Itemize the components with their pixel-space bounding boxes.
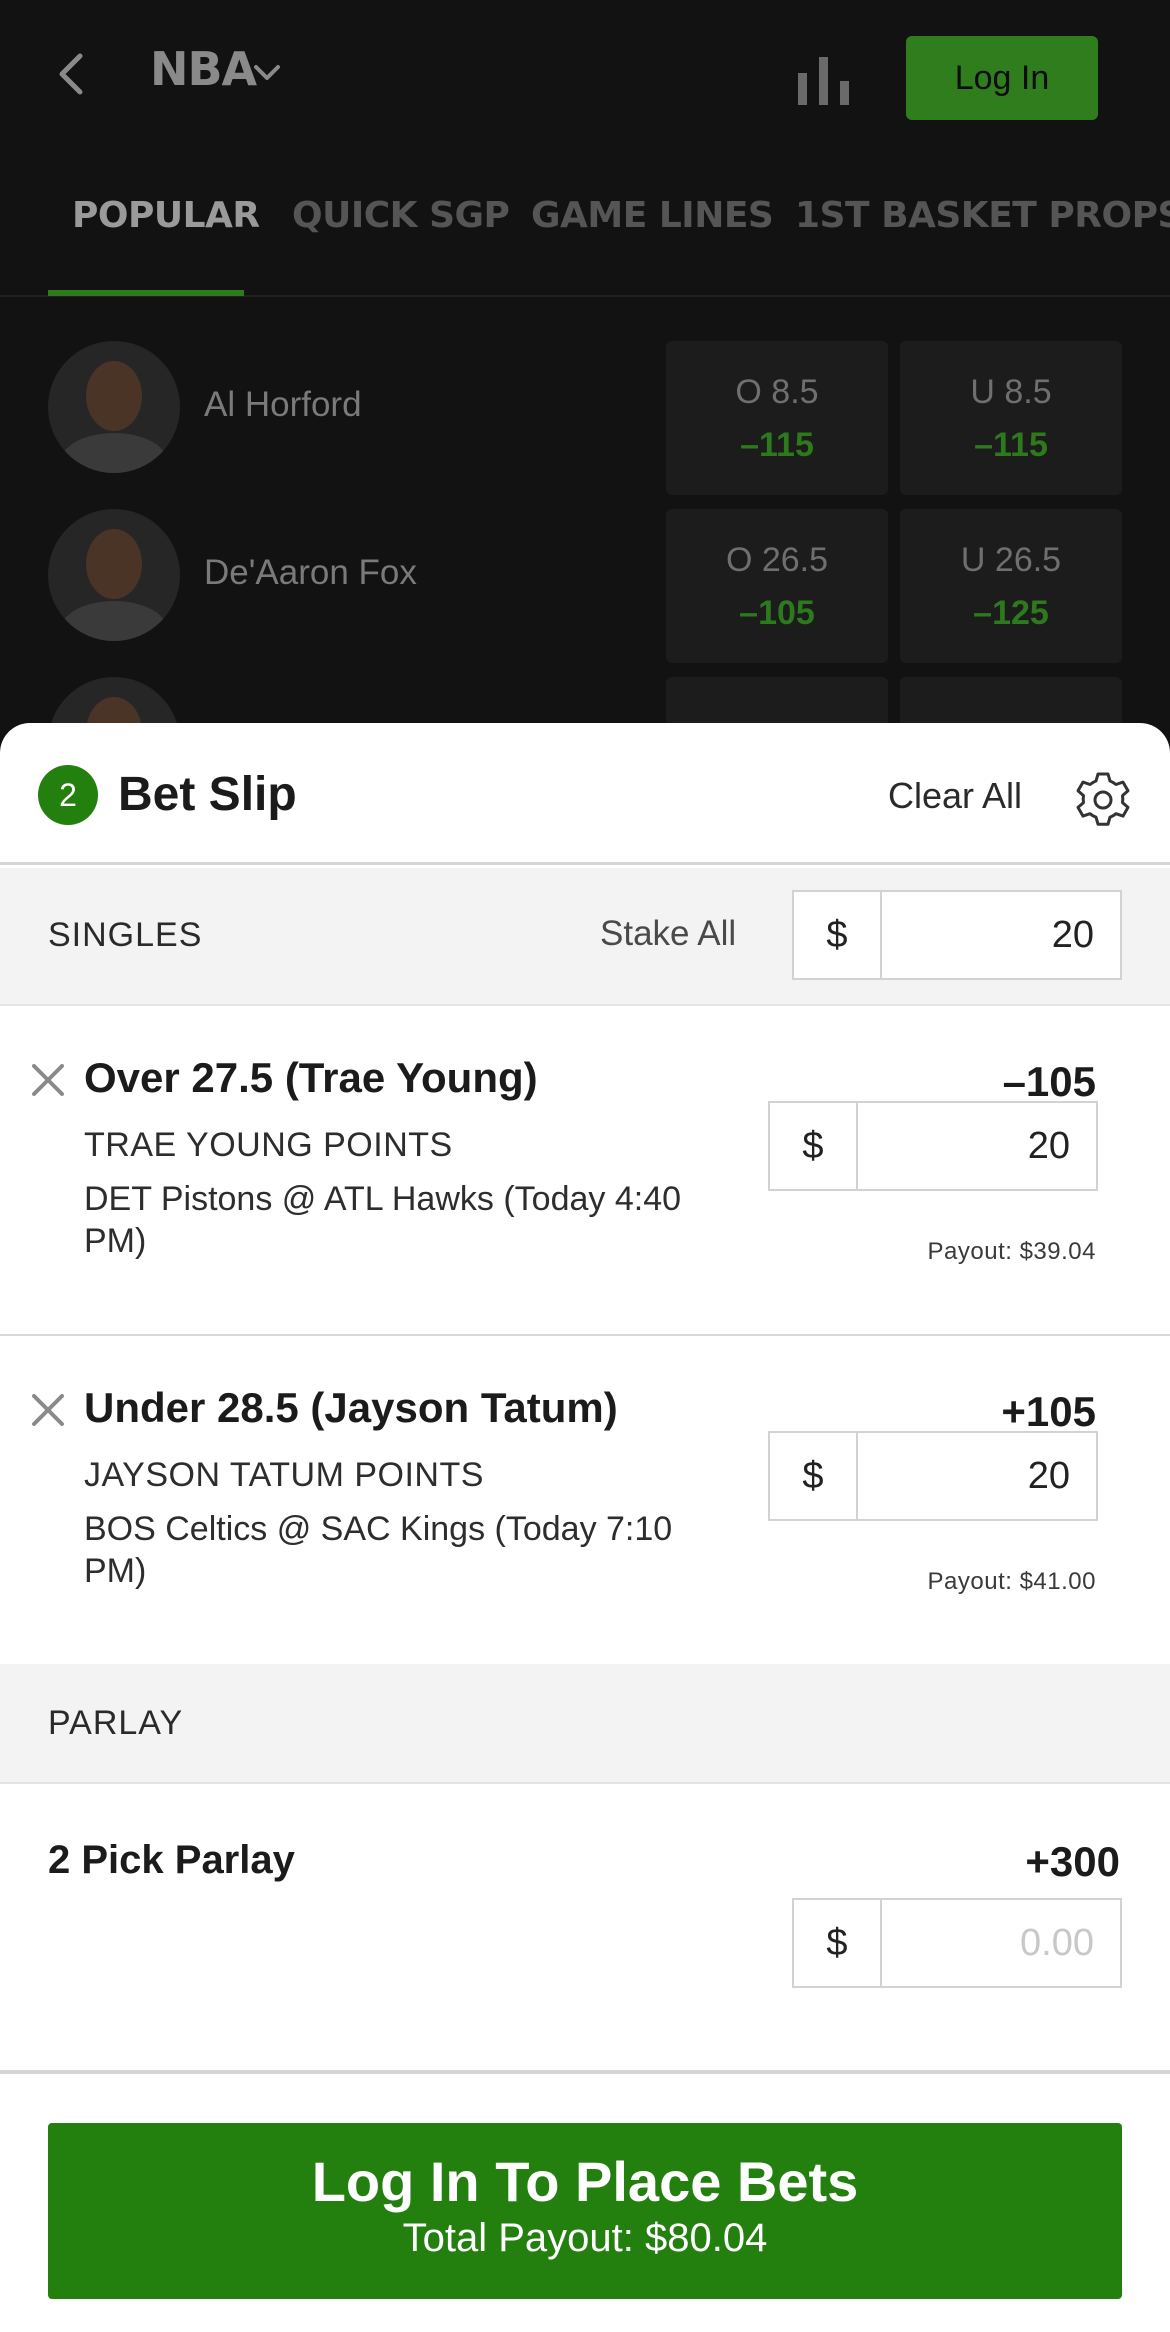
currency-symbol: $ (794, 1900, 882, 1986)
list-item: Al Horford O 8.5 –115 U 8.5 –115 (0, 297, 1170, 495)
bet-odds: –105 (1002, 1058, 1096, 1105)
player-name[interactable]: Al Horford (204, 385, 362, 425)
tab-quick-sgp[interactable]: QUICK SGP (292, 195, 510, 236)
back-arrow-icon[interactable] (52, 52, 92, 96)
remove-bet-icon[interactable] (30, 1392, 66, 1428)
over-odds-button[interactable] (666, 677, 888, 727)
bet-event: BOS Celtics @ SAC Kings (Today 7:10 PM) (84, 1510, 673, 1590)
player-props-list: Al Horford O 8.5 –115 U 8.5 –115 De'Aaro… (0, 297, 1170, 727)
place-bets-button[interactable]: Log In To Place Bets Total Payout: $80.0… (48, 2123, 1122, 2299)
odds-price: –115 (974, 426, 1048, 464)
stats-icon[interactable] (796, 55, 852, 105)
bet-slip-sheet: 2 Bet Slip Clear All SINGLES Stake All $… (0, 723, 1170, 2332)
player-name[interactable]: De'Aaron Fox (204, 553, 417, 593)
gear-icon[interactable] (1074, 771, 1132, 829)
market-tabs: POPULAR QUICK SGP GAME LINES 1ST BASKET … (0, 155, 1170, 297)
tab-1st-basket-props[interactable]: 1ST BASKET PROPS (795, 195, 1170, 236)
bet-payout: Payout: $39.04 (927, 1238, 1096, 1265)
bet-market: TRAE YOUNG POINTS (84, 1126, 453, 1164)
under-odds-button[interactable] (900, 677, 1122, 727)
parlay-name: 2 Pick Parlay (48, 1838, 295, 1882)
stake-value[interactable]: 20 (858, 1103, 1096, 1189)
parlay-label: PARLAY (48, 1704, 184, 1742)
odds-price: –115 (740, 426, 814, 464)
list-item: De'Aaron Fox O 26.5 –105 U 26.5 –125 (0, 465, 1170, 663)
odds-line: U 8.5 (970, 373, 1052, 411)
clear-all-button[interactable]: Clear All (888, 775, 1022, 817)
bet-slip-title: Bet Slip (118, 768, 297, 821)
parlay-bet: 2 Pick Parlay +300 $ 0.00 (0, 1786, 1170, 2074)
total-payout: Total Payout: $80.04 (402, 2216, 768, 2260)
bet-market: JAYSON TATUM POINTS (84, 1456, 484, 1494)
parlay-section-header: PARLAY (0, 1664, 1170, 1784)
list-item (0, 633, 1170, 727)
stake-value[interactable]: 20 (858, 1433, 1096, 1519)
bet-slip-header: 2 Bet Slip Clear All (0, 723, 1170, 865)
top-bar: NBA Log In (0, 0, 1170, 155)
bet-selection: Over 27.5 (Trae Young) TRAE YOUNG POINTS… (0, 1006, 1170, 1336)
currency-symbol: $ (770, 1433, 858, 1519)
odds-price: –105 (739, 594, 815, 632)
place-bets-label: Log In To Place Bets (311, 2150, 859, 2213)
login-button[interactable]: Log In (906, 36, 1098, 120)
currency-symbol: $ (770, 1103, 858, 1189)
parlay-odds: +300 (1025, 1838, 1120, 1885)
bet-count-badge: 2 (38, 765, 98, 825)
active-tab-indicator (48, 290, 244, 296)
avatar (48, 509, 180, 641)
singles-section-header: SINGLES Stake All $ 20 (0, 868, 1170, 1006)
odds-line: O 26.5 (725, 541, 829, 579)
bet-selection: Under 28.5 (Jayson Tatum) JAYSON TATUM P… (0, 1336, 1170, 1666)
currency-symbol: $ (794, 892, 882, 978)
singles-label: SINGLES (48, 916, 203, 954)
chevron-down-icon[interactable] (250, 60, 284, 86)
stake-input[interactable]: $ 20 (768, 1431, 1098, 1521)
odds-line: U 26.5 (960, 541, 1062, 579)
bet-selection-title: Over 27.5 (Trae Young) (84, 1054, 538, 1101)
tab-popular[interactable]: POPULAR (72, 195, 260, 236)
stake-all-value[interactable]: 20 (882, 892, 1120, 978)
bet-selection-title: Under 28.5 (Jayson Tatum) (84, 1384, 618, 1431)
stake-all-input[interactable]: $ 20 (792, 890, 1122, 980)
parlay-stake-placeholder[interactable]: 0.00 (882, 1900, 1120, 1986)
avatar (48, 341, 180, 473)
bet-payout: Payout: $41.00 (927, 1568, 1096, 1595)
tab-game-lines[interactable]: GAME LINES (531, 195, 774, 236)
stake-all-label: Stake All (600, 914, 737, 953)
bet-odds: +105 (1001, 1388, 1096, 1435)
parlay-stake-input[interactable]: $ 0.00 (792, 1898, 1122, 1988)
remove-bet-icon[interactable] (30, 1062, 66, 1098)
league-title[interactable]: NBA (150, 42, 257, 96)
odds-line: O 8.5 (735, 373, 819, 411)
odds-price: –125 (973, 594, 1049, 632)
bet-event: DET Pistons @ ATL Hawks (Today 4:40 PM) (84, 1180, 682, 1260)
avatar (48, 677, 180, 727)
stake-input[interactable]: $ 20 (768, 1101, 1098, 1191)
